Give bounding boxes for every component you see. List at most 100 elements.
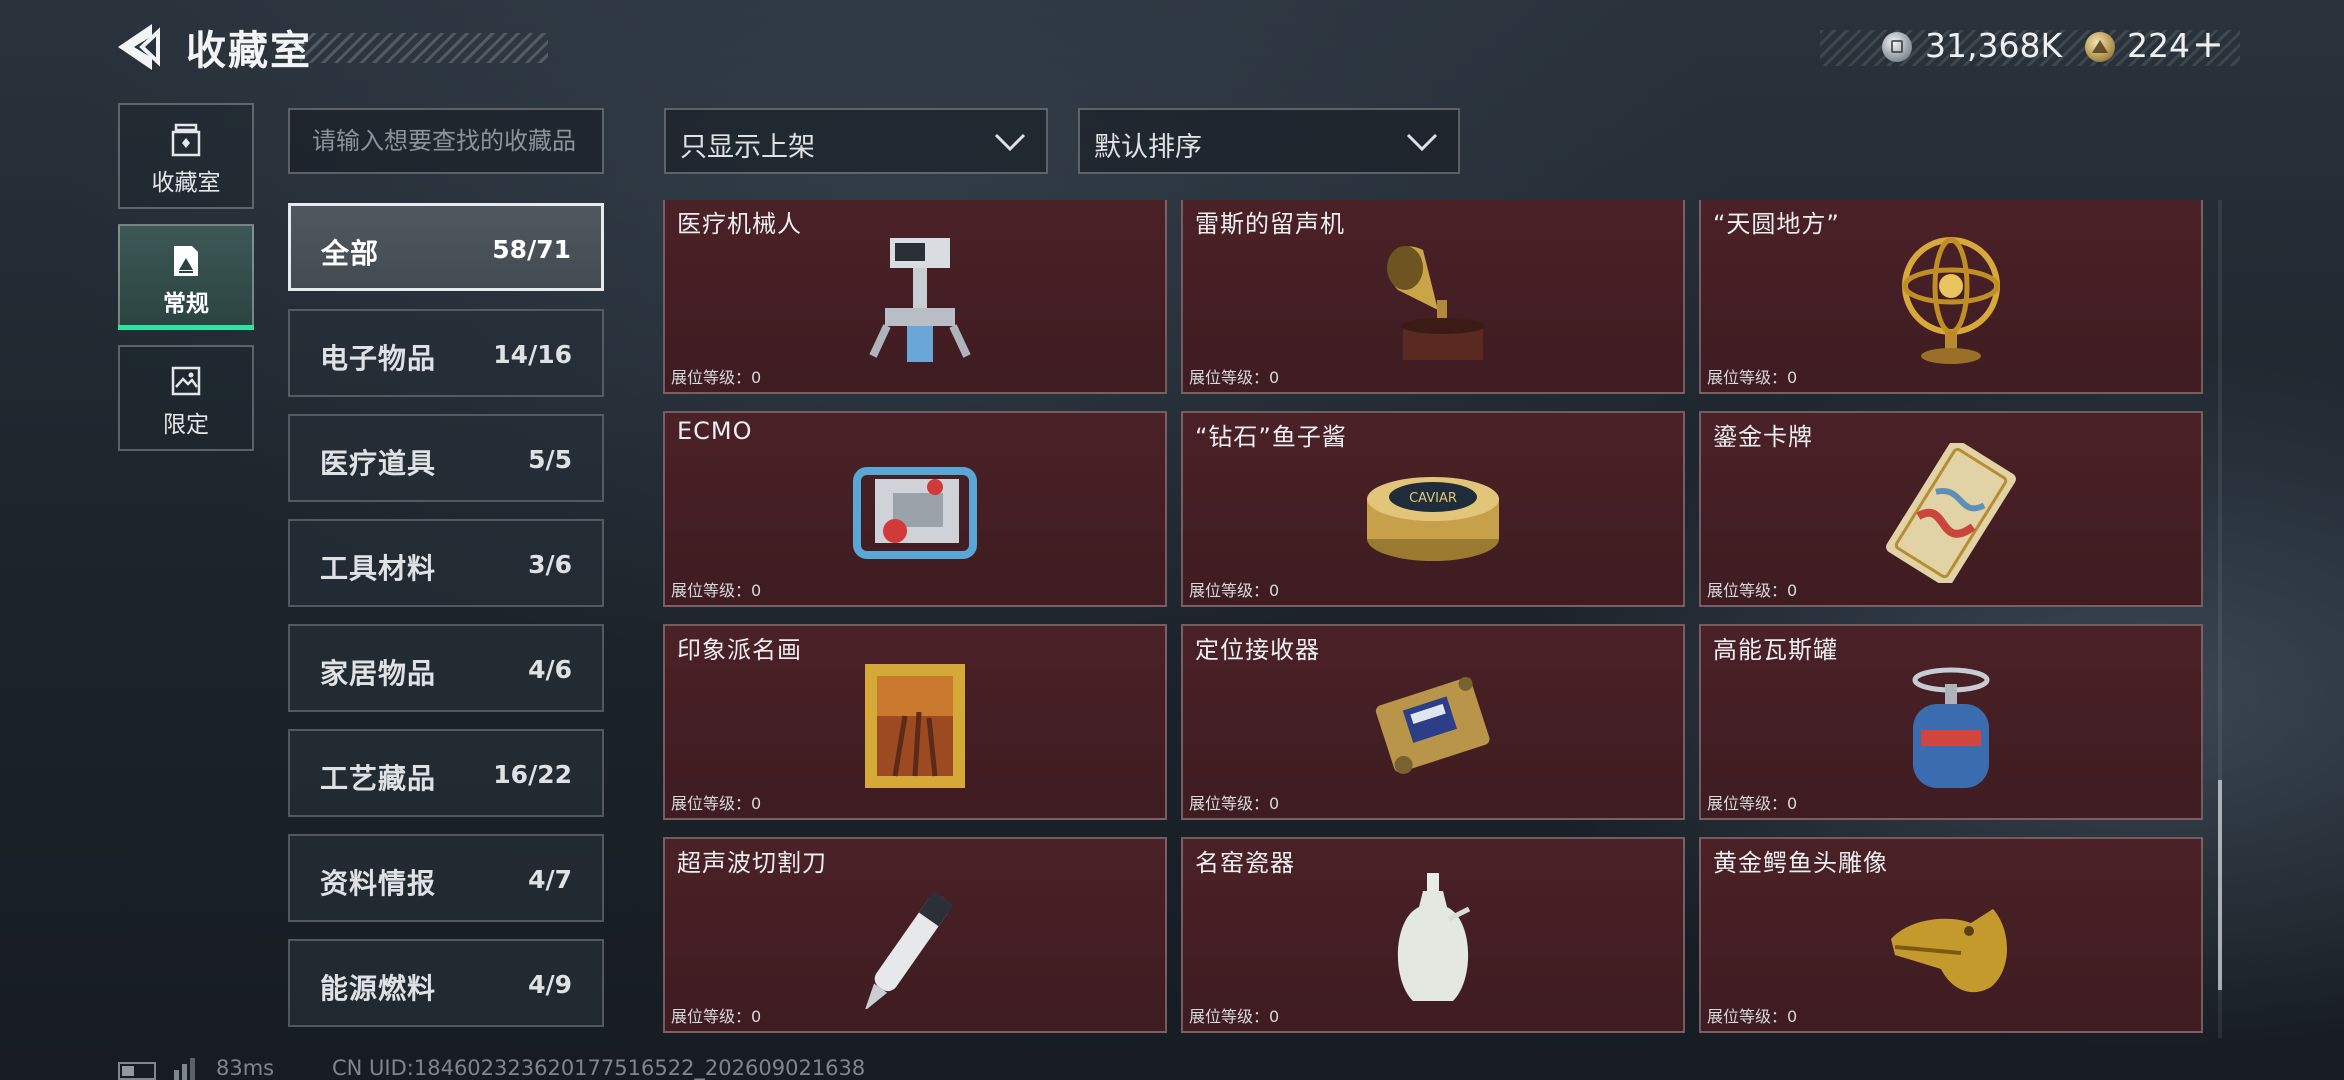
card-icon xyxy=(174,246,198,276)
medical-robot-icon xyxy=(869,238,971,362)
sort-dropdown[interactable]: 默认排序 xyxy=(1078,108,1460,174)
picture-icon xyxy=(171,366,201,396)
nav-tab-collection-room[interactable]: 收藏室 xyxy=(118,103,254,209)
category-name: 全部 xyxy=(321,237,380,270)
item-display-level: 展位等级：0 xyxy=(1707,1007,1798,1026)
category-electronics[interactable]: 电子物品 14/16 xyxy=(288,309,604,397)
gps-receiver-icon xyxy=(1375,676,1490,774)
nav-tab-regular[interactable]: 常规 xyxy=(118,224,254,330)
back-arrow-icon xyxy=(118,24,160,70)
category-count: 16/22 xyxy=(493,760,572,789)
category-name: 医疗道具 xyxy=(320,447,437,480)
item-name: 鎏金卡牌 xyxy=(1713,423,1813,451)
category-name: 能源燃料 xyxy=(320,972,437,1005)
item-card[interactable]: 高能瓦斯罐 展位等级：0 xyxy=(1699,624,2203,820)
item-card[interactable]: ECMO 展位等级：0 xyxy=(663,411,1167,607)
collection-grid: 医疗机械人 展位等级：0 雷斯的留声机 展位等级：0 “天圆地方” 展位等级：0… xyxy=(660,200,2210,1038)
scrollbar-thumb[interactable] xyxy=(2218,780,2222,990)
item-name: “钻石”鱼子酱 xyxy=(1195,423,1347,451)
title-decoration xyxy=(300,33,548,63)
battery-icon xyxy=(118,1062,156,1080)
gilded-card-icon xyxy=(1886,443,2016,583)
grid-scrollbar[interactable] xyxy=(2218,200,2222,1038)
page-title: 收藏室 xyxy=(186,28,312,74)
user-uid: CN UID:18460232362017751652​2_2026090216… xyxy=(332,1056,866,1080)
category-tools[interactable]: 工具材料 3/6 xyxy=(288,519,604,607)
category-all[interactable]: 全部 58/71 xyxy=(288,203,604,291)
signal-icon xyxy=(174,1058,195,1080)
item-display-level: 展位等级：0 xyxy=(671,581,762,600)
item-name: ECMO xyxy=(677,417,753,445)
ultrasonic-cutter-icon xyxy=(864,891,954,1009)
gold-coin-amount: 224 xyxy=(2127,26,2190,65)
category-count: 3/6 xyxy=(528,550,572,579)
chevron-down-icon xyxy=(994,133,1026,152)
item-name: 名窑瓷器 xyxy=(1195,849,1295,877)
item-card[interactable]: “钻石”鱼子酱 CAVIAR 展位等级：0 xyxy=(1181,411,1685,607)
nav-tab-label: 限定 xyxy=(163,412,209,438)
item-display-level: 展位等级：0 xyxy=(1189,581,1280,600)
nav-tab-limited[interactable]: 限定 xyxy=(118,345,254,451)
caviar-tin-icon: CAVIAR xyxy=(1367,477,1499,561)
silver-coin-amount: 31,368K xyxy=(1925,26,2063,65)
nav-tab-label: 收藏室 xyxy=(151,170,221,196)
item-card[interactable]: 名窑瓷器 展位等级：0 xyxy=(1181,837,1685,1033)
item-display-level: 展位等级：0 xyxy=(1189,368,1280,387)
category-crafts[interactable]: 工艺藏品 16/22 xyxy=(288,729,604,817)
item-name: “天圆地方” xyxy=(1713,210,1840,238)
gramophone-icon xyxy=(1387,246,1485,360)
caviar-label: CAVIAR xyxy=(1409,491,1457,506)
category-count: 5/5 xyxy=(528,445,572,474)
category-household[interactable]: 家居物品 4/6 xyxy=(288,624,604,712)
category-count: 14/16 xyxy=(493,340,572,369)
chevron-down-icon xyxy=(1406,133,1438,152)
item-display-level: 展位等级：0 xyxy=(671,794,762,813)
item-card[interactable]: 医疗机械人 展位等级：0 xyxy=(663,200,1167,394)
nav-tab-label: 常规 xyxy=(163,291,209,317)
item-display-level: 展位等级：0 xyxy=(1707,794,1798,813)
item-name: 医疗机械人 xyxy=(677,210,802,238)
item-display-level: 展位等级：0 xyxy=(1189,794,1280,813)
search-input[interactable] xyxy=(288,108,604,174)
item-name: 定位接收器 xyxy=(1195,636,1320,664)
item-display-level: 展位等级：0 xyxy=(1189,1007,1280,1026)
category-intel[interactable]: 资料情报 4/7 xyxy=(288,834,604,922)
item-display-level: 展位等级：0 xyxy=(1707,368,1798,387)
add-currency-button[interactable]: + xyxy=(2192,22,2224,66)
sort-value: 默认排序 xyxy=(1094,132,1202,163)
availability-filter-value: 只显示上架 xyxy=(680,132,815,163)
category-name: 工艺藏品 xyxy=(320,762,437,795)
category-name: 家居物品 xyxy=(320,657,437,690)
armillary-sphere-icon xyxy=(1902,237,2000,364)
silver-coin-icon xyxy=(1882,32,1912,62)
back-button[interactable] xyxy=(112,22,166,72)
framed-painting-icon xyxy=(865,664,965,788)
item-name: 超声波切割刀 xyxy=(677,849,827,877)
item-card[interactable]: 黄金鳄鱼头雕像 展位等级：0 xyxy=(1699,837,2203,1033)
jar-icon xyxy=(171,123,201,157)
category-name: 电子物品 xyxy=(320,342,437,375)
gold-coin-icon xyxy=(2085,32,2115,62)
item-card[interactable]: 印象派名画 展位等级：0 xyxy=(663,624,1167,820)
category-fuel[interactable]: 能源燃料 4/9 xyxy=(288,939,604,1027)
item-display-level: 展位等级：0 xyxy=(1707,581,1798,600)
category-name: 工具材料 xyxy=(320,552,437,585)
item-name: 黄金鳄鱼头雕像 xyxy=(1713,849,1888,877)
item-card[interactable]: 超声波切割刀 展位等级：0 xyxy=(663,837,1167,1033)
item-card[interactable]: 雷斯的留声机 展位等级：0 xyxy=(1181,200,1685,394)
category-medical[interactable]: 医疗道具 5/5 xyxy=(288,414,604,502)
item-name: 雷斯的留声机 xyxy=(1195,210,1345,238)
category-count: 58/71 xyxy=(492,235,571,264)
item-card[interactable]: 鎏金卡牌 展位等级：0 xyxy=(1699,411,2203,607)
category-count: 4/6 xyxy=(528,655,572,684)
item-display-level: 展位等级：0 xyxy=(671,368,762,387)
category-name: 资料情报 xyxy=(320,867,437,900)
item-card[interactable]: 定位接收器 展位等级：0 xyxy=(1181,624,1685,820)
item-name: 高能瓦斯罐 xyxy=(1713,636,1838,664)
gas-canister-icon xyxy=(1912,667,1990,788)
category-count: 4/7 xyxy=(528,865,572,894)
porcelain-vase-icon xyxy=(1397,873,1471,1001)
ecmo-machine-icon xyxy=(853,467,977,559)
item-card[interactable]: “天圆地方” 展位等级：0 xyxy=(1699,200,2203,394)
availability-filter-dropdown[interactable]: 只显示上架 xyxy=(664,108,1048,174)
